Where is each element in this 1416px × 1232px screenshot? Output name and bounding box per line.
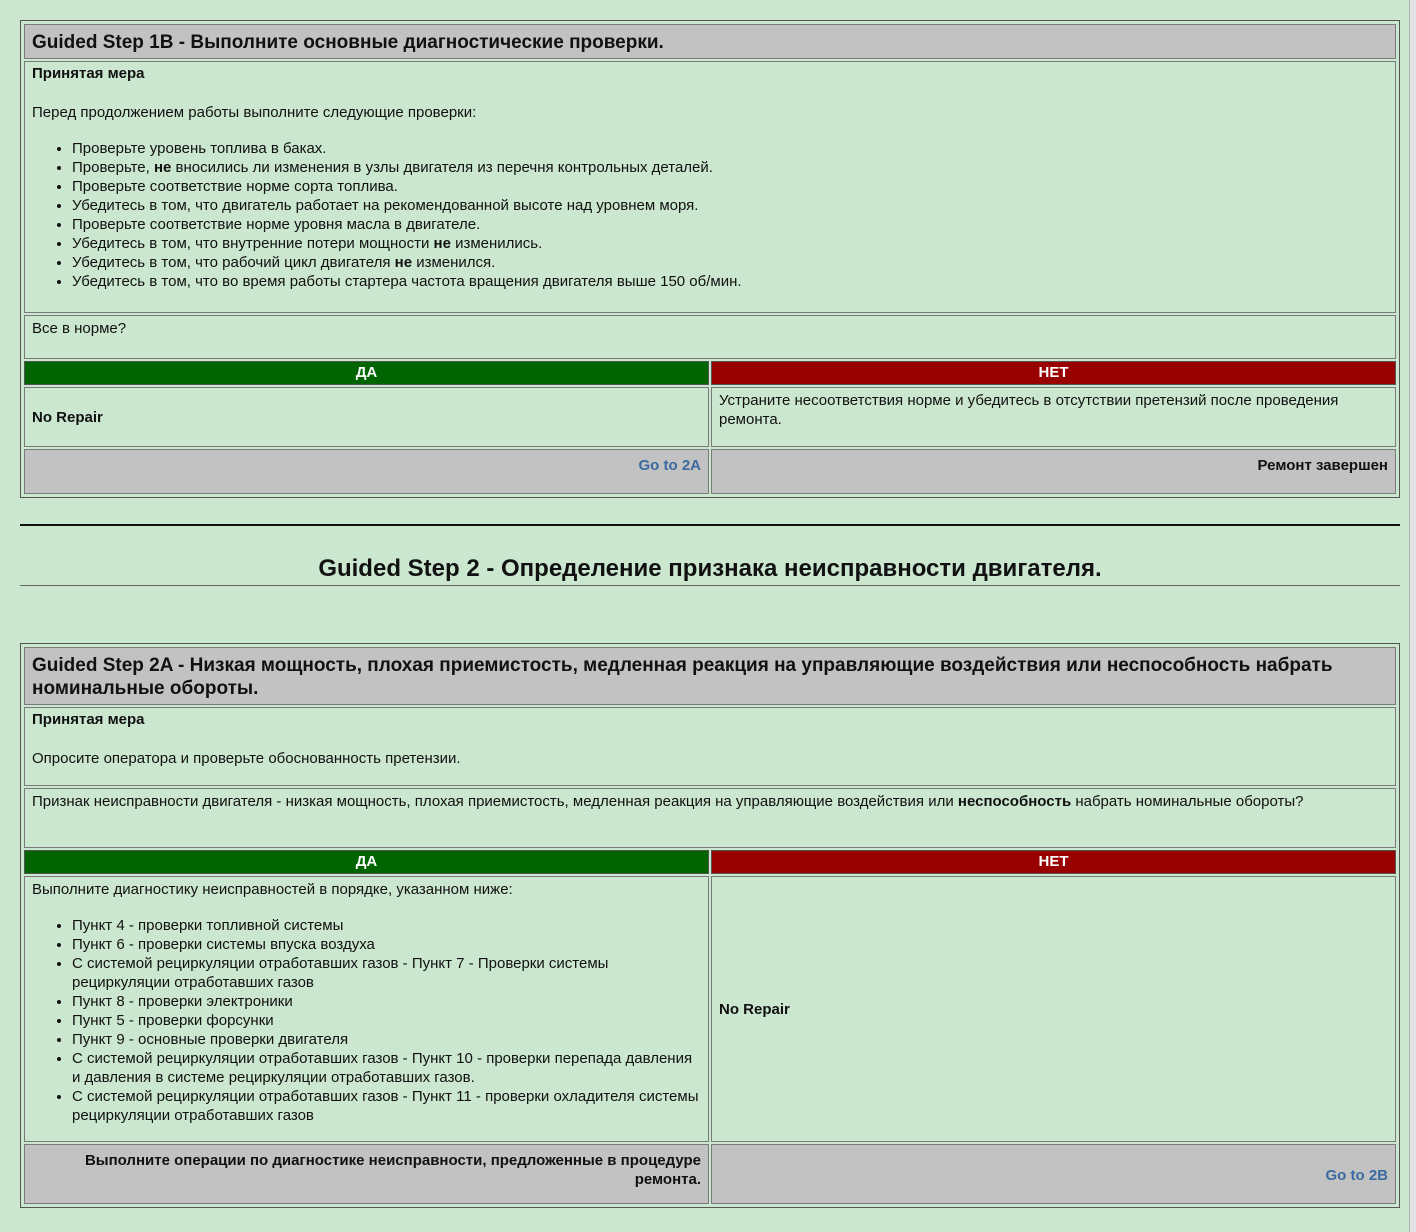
no-header: НЕТ (711, 361, 1396, 385)
check-item: Проверьте соответствие норме уровня масл… (72, 215, 1388, 234)
check-item: Убедитесь в том, что рабочий цикл двигат… (72, 253, 1388, 272)
procedure-item: Пункт 6 - проверки системы впуска воздух… (72, 935, 701, 954)
action-intro: Перед продолжением работы выполните след… (32, 104, 477, 121)
procedure-item: С системой рециркуляции отработавших газ… (72, 1049, 701, 1087)
procedure-item: Пункт 4 - проверки топливной системы (72, 916, 701, 935)
procedure-item: Пункт 8 - проверки электроники (72, 992, 701, 1011)
action-heading: Принятая мера (32, 711, 145, 728)
yes-result: Выполните диагностику неисправностей в п… (24, 876, 709, 1142)
check-item: Убедитесь в том, что во время работы ста… (72, 272, 1388, 291)
perform-repair-procedure-label: Выполните операции по диагностике неиспр… (84, 1152, 701, 1188)
section-divider-top (20, 524, 1400, 526)
step-1b-action: Принятая мера Перед продолжением работы … (24, 61, 1396, 313)
procedure-item: С системой рециркуляции отработавших газ… (72, 1087, 701, 1125)
check-item: Проверьте соответствие норме сорта топли… (72, 177, 1388, 196)
step-2a-action: Принятая мера Опросите оператора и прове… (24, 707, 1396, 786)
window-right-edge (1409, 0, 1416, 1232)
procedures-list: Пункт 4 - проверки топливной системыПунк… (32, 916, 701, 1125)
action-intro: Опросите оператора и проверьте обоснован… (32, 750, 461, 767)
yes-result: No Repair (24, 387, 709, 447)
check-item: Проверьте уровень топлива в баках. (72, 139, 1388, 158)
procedure-item: Пункт 5 - проверки форсунки (72, 1011, 701, 1030)
no-nav-cell: Ремонт завершен (711, 449, 1396, 494)
yes-header: ДА (24, 361, 709, 385)
yes-nav-cell: Выполните операции по диагностике неиспр… (24, 1144, 709, 1204)
yes-header: ДА (24, 850, 709, 874)
go-to-2a-link[interactable]: Go to 2A (639, 457, 702, 474)
step-2-heading: Guided Step 2 - Определение признака неи… (318, 555, 1102, 582)
guided-step-2a: Guided Step 2A - Низкая мощность, плохая… (20, 643, 1400, 1208)
no-result: No Repair (711, 876, 1396, 1142)
question-text-emphasis: неспособность (957, 793, 1072, 810)
step-2a-title: Guided Step 2A - Низкая мощность, плохая… (24, 647, 1396, 705)
procedure-item: Пункт 9 - основные проверки двигателя (72, 1030, 701, 1049)
check-item: Убедитесь в том, что двигатель работает … (72, 196, 1388, 215)
question-text-start: Признак неисправности двигателя - низкая… (32, 793, 958, 810)
check-item: Убедитесь в том, что внутренние потери м… (72, 234, 1388, 253)
question-text-end: набрать номинальные обороты? (1071, 793, 1304, 810)
go-to-2b-link[interactable]: Go to 2B (1326, 1167, 1389, 1184)
procedure-item: С системой рециркуляции отработавших газ… (72, 954, 701, 992)
section-divider-bottom (20, 585, 1400, 586)
step-1b-title: Guided Step 1B - Выполните основные диаг… (24, 24, 1396, 59)
procedures-intro: Выполните диагностику неисправностей в п… (32, 881, 513, 898)
checks-list: Проверьте уровень топлива в баках.Провер… (32, 139, 1388, 291)
guided-step-1b: Guided Step 1B - Выполните основные диаг… (20, 20, 1400, 498)
no-nav-cell: Go to 2B (711, 1144, 1396, 1204)
check-item: Проверьте, не вносились ли изменения в у… (72, 158, 1388, 177)
no-header: НЕТ (711, 850, 1396, 874)
step-2a-question: Признак неисправности двигателя - низкая… (24, 788, 1396, 848)
step-1b-question: Все в норме? (24, 315, 1396, 359)
action-heading: Принятая мера (32, 65, 145, 82)
no-result: Устраните несоответствия норме и убедите… (711, 387, 1396, 447)
yes-nav-cell: Go to 2A (24, 449, 709, 494)
repair-complete-label: Ремонт завершен (1257, 457, 1388, 474)
